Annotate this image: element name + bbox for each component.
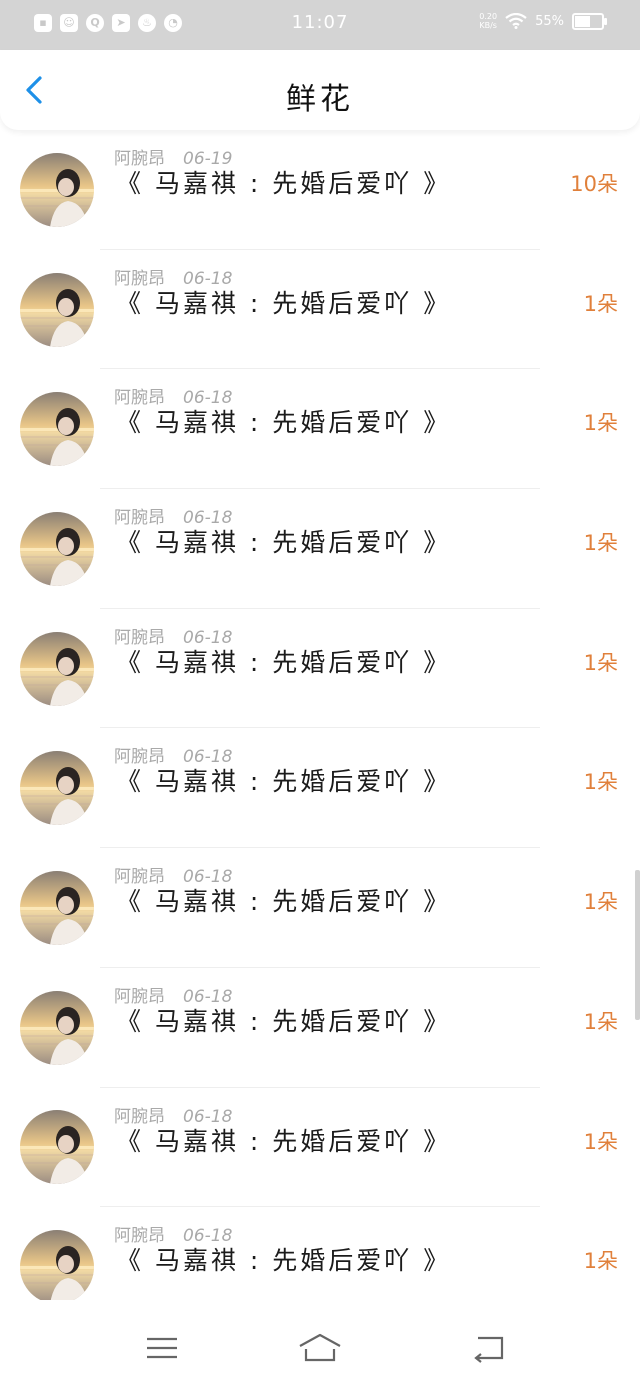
item-title: 《 马嘉祺 : 先婚后爱吖 》: [116, 1246, 452, 1276]
item-title: 《 马嘉祺 : 先婚后爱吖 》: [116, 288, 452, 318]
avatar[interactable]: [20, 272, 94, 347]
list-item[interactable]: 阿腕昂 06-18 《 马嘉祺 : 先婚后爱吖 》 1朵: [0, 489, 640, 609]
menu-icon: [147, 1337, 177, 1359]
avatar[interactable]: [20, 152, 94, 227]
item-title: 《 马嘉祺 : 先婚后爱吖 》: [116, 1126, 452, 1156]
list-item[interactable]: 阿腕昂 06-18 《 马嘉祺 : 先婚后爱吖 》 1朵: [0, 848, 640, 968]
avatar[interactable]: [20, 631, 94, 706]
flower-count: 1朵: [583, 770, 618, 795]
avatar[interactable]: [20, 392, 94, 467]
list-item[interactable]: 阿腕昂 06-18 《 马嘉祺 : 先婚后爱吖 》 1朵: [0, 250, 640, 370]
flower-count: 1朵: [583, 1249, 618, 1274]
avatar[interactable]: [20, 511, 94, 586]
page-title: 鲜花: [286, 82, 354, 117]
flower-count: 1朵: [583, 1129, 618, 1154]
system-back-button[interactable]: [468, 1332, 508, 1364]
list-item[interactable]: 阿腕昂 06-19 《 马嘉祺 : 先婚后爱吖 》 10朵: [0, 130, 640, 250]
item-title: 《 马嘉祺 : 先婚后爱吖 》: [116, 528, 452, 558]
back-icon: [474, 1336, 504, 1363]
battery-icon: [572, 12, 607, 30]
status-bar: ▪ ☺ Q ➤ ♨ ◔ 11:07 0.20 KB/s 55%: [0, 0, 640, 50]
flower-count: 1朵: [583, 531, 618, 556]
item-title: 《 马嘉祺 : 先婚后爱吖 》: [116, 767, 452, 797]
flower-count: 1朵: [583, 411, 618, 436]
item-title: 《 马嘉祺 : 先婚后爱吖 》: [116, 647, 452, 677]
item-title: 《 马嘉祺 : 先婚后爱吖 》: [116, 408, 452, 438]
flower-count: 1朵: [583, 890, 618, 915]
list-item[interactable]: 阿腕昂 06-18 《 马嘉祺 : 先婚后爱吖 》 1朵: [0, 369, 640, 490]
home-button[interactable]: [298, 1332, 341, 1364]
item-title: 《 马嘉祺 : 先婚后爱吖 》: [116, 887, 452, 917]
avatar[interactable]: [20, 870, 94, 945]
home-icon: [299, 1333, 341, 1362]
wifi-icon: [505, 13, 527, 29]
list-item[interactable]: 阿腕昂 06-18 《 马嘉祺 : 先婚后爱吖 》 1朵: [0, 968, 640, 1088]
item-title: 《 马嘉祺 : 先婚后爱吖 》: [116, 1006, 452, 1036]
flower-count: 1朵: [583, 650, 618, 675]
list-item[interactable]: 阿腕昂 06-18 《 马嘉祺 : 先婚后爱吖 》 1朵: [0, 728, 640, 849]
system-nav-bar: [0, 1300, 640, 1387]
network-speed: 0.20 KB/s: [479, 12, 498, 30]
avatar[interactable]: [20, 990, 94, 1065]
avatar[interactable]: [20, 1110, 94, 1185]
item-title: 《 马嘉祺 : 先婚后爱吖 》: [116, 169, 452, 198]
app-header: 鲜花: [0, 50, 640, 130]
recent-apps-button[interactable]: [142, 1332, 182, 1364]
flower-count: 10朵: [570, 172, 618, 196]
flower-count: 1朵: [583, 291, 618, 316]
battery-percent: 55%: [535, 13, 564, 29]
list-item[interactable]: 阿腕昂 06-18 《 马嘉祺 : 先婚后爱吖 》 1朵: [0, 609, 640, 729]
list-item[interactable]: 阿腕昂 06-18 《 马嘉祺 : 先婚后爱吖 》 1朵: [0, 1088, 640, 1208]
flower-list: 阿腕昂 06-19 《 马嘉祺 : 先婚后爱吖 》 10朵 阿腕昂 06-18 《 …: [0, 130, 640, 1327]
flower-count: 1朵: [583, 1009, 618, 1034]
avatar[interactable]: [20, 751, 94, 826]
avatar[interactable]: [20, 1230, 94, 1305]
scrollbar[interactable]: [635, 870, 640, 1020]
